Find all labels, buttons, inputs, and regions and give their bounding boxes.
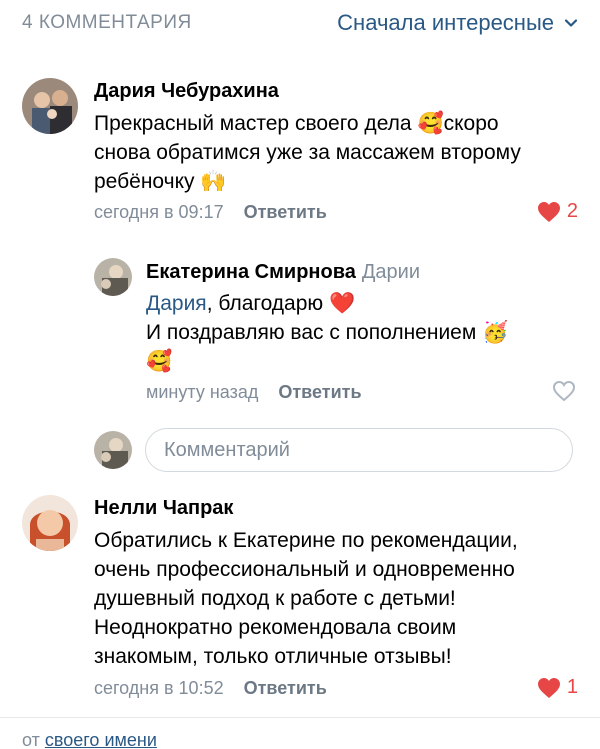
heart-outline-icon: [552, 380, 576, 402]
like-button[interactable]: [552, 380, 576, 402]
comment-meta: сегодня в 09:17 Ответить: [94, 202, 327, 223]
comment-author: Екатерина Смирнова Дарии: [146, 261, 420, 284]
comment-time: сегодня в 09:17: [94, 202, 224, 222]
comment-author[interactable]: Нелли Чапрак: [94, 497, 233, 520]
post-as-link[interactable]: своего имени: [45, 730, 157, 749]
comment-text-line: 🥰: [146, 350, 173, 373]
comment-text-line: Неоднократно рекомендовала своим: [94, 616, 457, 639]
avatar[interactable]: [94, 258, 132, 296]
divider: [0, 717, 600, 718]
comment-text-line: душевный подход к работе с детьми!: [94, 587, 456, 610]
reply-to-label[interactable]: Дарии: [362, 261, 420, 283]
comment-text-line: снова обратимся уже за массажем второму: [94, 141, 521, 164]
comment-text-line: Дария, благодарю ❤️: [146, 289, 508, 318]
comment-author[interactable]: Дария Чебурахина: [94, 80, 279, 103]
comment-text-line: ребёночку 🙌: [94, 170, 227, 193]
mention-link[interactable]: Дария: [146, 292, 207, 315]
comment-time: минуту назад: [146, 382, 259, 402]
like-button[interactable]: 2: [537, 200, 578, 223]
comment-text-line: Прекрасный мастер своего дела 🥰скоро: [94, 112, 499, 135]
comment-text: Обратились к Екатерине по рекомендации, …: [94, 526, 518, 671]
reply-author-name[interactable]: Екатерина Смирнова: [146, 261, 356, 283]
comment-meta: минуту назад Ответить: [146, 382, 362, 403]
heart-filled-icon: [537, 201, 560, 222]
comments-count: 4 КОММЕНТАРИЯ: [22, 12, 192, 33]
like-count: 2: [566, 200, 578, 222]
comment-text: Прекрасный мастер своего дела 🥰скоро сно…: [94, 109, 521, 196]
heart-filled-icon: [537, 677, 560, 698]
comment-input[interactable]: [145, 428, 573, 472]
avatar[interactable]: [22, 495, 78, 551]
avatar[interactable]: [22, 78, 78, 134]
chevron-down-icon: [564, 19, 578, 27]
reply-button[interactable]: Ответить: [244, 202, 327, 223]
composer-avatar: [94, 431, 132, 469]
footer-prefix: от: [22, 730, 45, 749]
comment-text-line: И поздравляю вас с пополнением 🥳: [146, 321, 509, 344]
comment-text: Дария, благодарю ❤️ И поздравляю вас с п…: [146, 289, 508, 376]
sort-label: Сначала интересные: [337, 10, 554, 35]
like-button[interactable]: 1: [537, 676, 578, 699]
sort-dropdown[interactable]: Сначала интересные: [337, 10, 578, 36]
reply-button[interactable]: Ответить: [278, 382, 361, 403]
post-as-footer: от своего имени: [22, 730, 157, 749]
comment-text-fragment: , благодарю ❤️: [206, 292, 356, 315]
comment-text-line: знакомым, только отличные отзывы!: [94, 645, 452, 668]
comments-header: 4 КОММЕНТАРИЯ Сначала интересные: [0, 0, 600, 52]
comment-meta: сегодня в 10:52 Ответить: [94, 678, 327, 699]
comment-text-line: очень профессиональный и одновременно: [94, 558, 515, 581]
reply-button[interactable]: Ответить: [244, 678, 327, 699]
comment-time: сегодня в 10:52: [94, 678, 224, 698]
comments-page: 4 КОММЕНТАРИЯ Сначала интересные Дария Ч…: [0, 0, 600, 749]
comment-text-line: Обратились к Екатерине по рекомендации,: [94, 529, 518, 552]
like-count: 1: [566, 676, 578, 698]
